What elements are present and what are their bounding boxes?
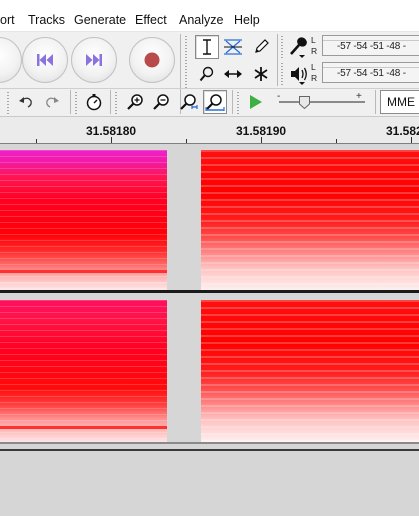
play-at-speed-grip[interactable]: [236, 92, 240, 114]
toolbar-area: L R -57 -54 -51 -48 - L R -57 -54 -51 -4…: [0, 32, 419, 116]
spectrogram-clip-right-channel2[interactable]: [201, 300, 419, 442]
menu-tracks[interactable]: Tracks: [28, 13, 65, 27]
playback-meter-button[interactable]: [288, 62, 310, 86]
menu-generate[interactable]: Generate: [74, 13, 126, 27]
track-bottom-shadow: [0, 449, 419, 451]
skip-to-start-button[interactable]: [22, 37, 68, 83]
ruler-label: 31.582: [386, 124, 419, 138]
toolbar-separator: [375, 90, 376, 114]
asterisk-icon: [254, 67, 268, 81]
draw-tool-button[interactable]: [249, 35, 273, 59]
menu-help[interactable]: Help: [234, 13, 260, 27]
timeline-ruler[interactable]: 31.58180 31.58190 31.582: [0, 116, 419, 144]
zoom-tool-button[interactable]: [195, 62, 219, 86]
playback-left-label: L: [311, 62, 316, 72]
zoom-in-icon: [127, 94, 143, 110]
fit-selection-button[interactable]: [176, 90, 200, 114]
skip-to-start-icon: [37, 54, 53, 66]
record-meter-button[interactable]: [288, 35, 310, 59]
microphone-icon: [290, 37, 307, 58]
tools-toolbar-grip[interactable]: [184, 36, 188, 88]
redo-button[interactable]: [40, 90, 64, 114]
undo-icon: [19, 97, 32, 108]
skip-to-end-icon: [86, 54, 102, 66]
playback-meter-scale: -57 -54 -51 -48 -: [337, 68, 406, 79]
view-toolbar-grip[interactable]: [114, 92, 118, 114]
play-at-speed-button[interactable]: [244, 90, 268, 114]
record-left-label: L: [311, 35, 316, 45]
zoom-in-button[interactable]: [123, 90, 147, 114]
playback-meter-grip[interactable]: [280, 63, 284, 85]
ruler-label: 31.58190: [236, 124, 287, 138]
tracks-area[interactable]: [0, 144, 419, 516]
menu-analyze[interactable]: Analyze: [179, 13, 223, 27]
stop-button[interactable]: [0, 37, 22, 83]
i-beam-icon: [203, 39, 211, 55]
speed-slider-thumb[interactable]: [299, 96, 310, 109]
toolbar-separator: [70, 90, 71, 114]
envelope-icon: [224, 39, 242, 55]
audio-host-dropdown[interactable]: MME: [380, 90, 419, 114]
selection-tool-button[interactable]: [195, 35, 219, 59]
record-meter-grip[interactable]: [280, 36, 284, 58]
playback-meter[interactable]: -57 -54 -51 -48 -: [322, 62, 419, 83]
magnifier-icon: [199, 66, 214, 82]
ruler-label: 31.58180: [86, 124, 137, 138]
spectrogram-clip-right-channel1[interactable]: [201, 150, 419, 290]
audacity-window: ort Tracks Generate Effect Analyze Help: [0, 0, 419, 516]
menu-effect[interactable]: Effect: [135, 13, 167, 27]
undo-button[interactable]: [14, 90, 38, 114]
edit-toolbar-grip[interactable]: [6, 92, 10, 114]
toolbar-separator: [277, 34, 278, 86]
pencil-icon: [255, 39, 269, 53]
record-right-label: R: [311, 46, 318, 56]
play-icon: [250, 95, 262, 109]
playback-right-label: R: [311, 73, 318, 83]
menu-bar: ort Tracks Generate Effect Analyze Help: [0, 0, 419, 32]
channel-divider: [0, 290, 419, 293]
toolbar-separator: [110, 90, 111, 114]
record-button[interactable]: [129, 37, 175, 83]
toolbar-row-divider: [0, 88, 419, 89]
menu-export[interactable]: ort: [0, 13, 15, 27]
track-bottom-border: [0, 442, 419, 444]
sync-lock-button[interactable]: [82, 90, 106, 114]
multi-tool-button[interactable]: [249, 62, 273, 86]
zoom-out-icon: [153, 94, 169, 110]
sync-toolbar-grip[interactable]: [74, 92, 78, 114]
spectrogram-clip-left-channel2[interactable]: [0, 300, 167, 442]
speaker-icon: [291, 67, 307, 85]
record-meter-scale: -57 -54 -51 -48 -: [337, 41, 406, 52]
zoom-out-button[interactable]: [149, 90, 173, 114]
speed-slider-track[interactable]: [279, 101, 365, 103]
time-shift-tool-button[interactable]: [221, 62, 245, 86]
record-meter[interactable]: -57 -54 -51 -48 -: [322, 35, 419, 56]
fit-project-button[interactable]: [203, 90, 227, 114]
double-arrow-icon: [224, 70, 242, 78]
skip-to-end-button[interactable]: [71, 37, 117, 83]
spectrogram-clip-left-channel1[interactable]: [0, 150, 167, 290]
stopwatch-icon: [86, 94, 102, 111]
zoom-fit-icon: [205, 94, 225, 111]
toolbar-separator: [232, 90, 233, 114]
zoom-selection-icon: [180, 94, 198, 110]
audio-host-value: MME: [387, 95, 415, 109]
record-icon: [144, 52, 160, 68]
envelope-tool-button[interactable]: [221, 35, 245, 59]
redo-icon: [46, 97, 59, 108]
